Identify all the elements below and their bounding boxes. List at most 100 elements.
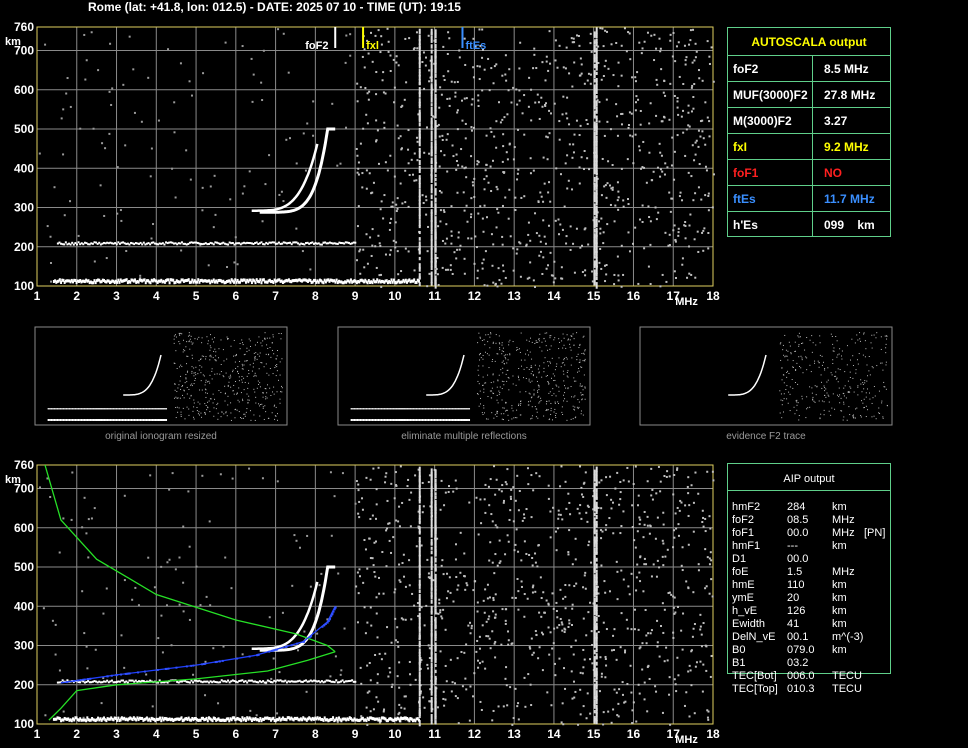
- thumb-noise: [515, 384, 517, 386]
- thumb-noise: [227, 338, 229, 340]
- thumb-noise: [264, 332, 266, 334]
- noise-dot: [476, 601, 479, 604]
- noise-dot: [278, 671, 281, 674]
- noise-dot: [662, 523, 665, 526]
- interference-dot: [434, 642, 437, 647]
- noise-dot: [441, 559, 444, 562]
- thumb-noise: [193, 367, 195, 369]
- interference-dot: [418, 237, 421, 241]
- noise-dot: [658, 37, 661, 40]
- thumb-noise: [253, 375, 255, 377]
- thumb-noise: [562, 362, 564, 364]
- interference-dot: [593, 482, 596, 490]
- noise-dot: [494, 656, 497, 659]
- noise-dot: [382, 592, 385, 595]
- noise-dot: [383, 126, 386, 129]
- interference-dot: [418, 579, 421, 586]
- noise-dot: [563, 631, 566, 634]
- thumb-e-trace: [365, 419, 368, 421]
- noise-dot: [375, 696, 378, 699]
- thumb-noise: [528, 392, 530, 394]
- thumb-noise: [499, 392, 501, 394]
- thumb-es-trace: [86, 408, 89, 410]
- thumb-es-trace: [159, 408, 161, 410]
- noise-dot: [345, 34, 348, 37]
- noise-dot: [329, 471, 332, 474]
- noise-dot: [704, 587, 707, 590]
- thumb-noise: [502, 407, 504, 409]
- noise-dot: [516, 578, 519, 581]
- thumb-noise: [502, 419, 504, 421]
- noise-dot: [571, 623, 574, 626]
- thumb-noise: [203, 355, 205, 357]
- noise-dot: [476, 277, 479, 280]
- noise-dot: [201, 186, 204, 189]
- thumb-es-trace: [74, 408, 77, 410]
- noise-dot: [427, 572, 430, 575]
- thumb-noise: [517, 375, 519, 377]
- thumb-es-trace: [144, 408, 146, 410]
- noise-dot: [509, 497, 512, 500]
- noise-dot: [487, 485, 490, 488]
- noise-dot: [618, 503, 621, 506]
- thumbnail-frame: [337, 326, 591, 426]
- thumb-noise: [564, 398, 566, 400]
- thumb-noise: [578, 401, 580, 403]
- interference-dot: [430, 243, 433, 250]
- thumb-noise: [548, 365, 550, 367]
- noise-dot: [579, 688, 582, 691]
- noise-dot: [394, 221, 397, 224]
- noise-dot: [233, 261, 236, 264]
- thumb-noise: [225, 372, 227, 374]
- thumb-noise: [205, 392, 207, 394]
- thumb-noise: [208, 380, 210, 382]
- noise-dot: [599, 247, 602, 250]
- thumb-noise: [552, 373, 554, 375]
- noise-dot: [168, 558, 171, 561]
- noise-dot: [402, 553, 405, 556]
- aip-fit-dot: [308, 636, 311, 639]
- noise-dot: [542, 219, 545, 222]
- noise-dot: [83, 496, 86, 499]
- noise-dot: [694, 276, 697, 279]
- noise-dot: [446, 268, 449, 271]
- interference-dot: [595, 115, 598, 119]
- noise-dot: [538, 646, 541, 649]
- noise-dot: [101, 142, 104, 145]
- thumb-noise: [268, 374, 270, 376]
- interference-dot: [593, 492, 596, 496]
- noise-dot: [448, 576, 451, 579]
- noise-dot: [385, 529, 388, 532]
- noise-dot: [529, 647, 532, 650]
- interference-dot: [595, 572, 598, 579]
- interference-dot: [418, 466, 421, 472]
- noise-dot: [611, 164, 614, 167]
- noise-dot: [568, 584, 571, 587]
- noise-dot: [370, 624, 373, 627]
- thumb-e-trace: [420, 419, 422, 421]
- thumb-e-trace: [91, 419, 93, 421]
- noise-dot: [599, 27, 602, 30]
- noise-dot: [450, 230, 453, 233]
- thumb-noise: [215, 359, 217, 361]
- interference-dot: [418, 504, 421, 511]
- thumb-noise: [496, 410, 498, 412]
- thumb-noise: [581, 366, 583, 368]
- noise-dot: [452, 600, 455, 603]
- thumb-noise: [530, 365, 532, 367]
- interference-dot: [418, 159, 421, 166]
- thumb-e-trace: [408, 419, 410, 421]
- noise-dot: [464, 588, 467, 591]
- interference-dot: [418, 526, 421, 533]
- noise-dot: [573, 585, 576, 588]
- noise-dot: [415, 545, 418, 548]
- noise-dot: [393, 101, 396, 104]
- thumb-e-trace: [386, 419, 389, 421]
- noise-dot: [446, 572, 449, 575]
- thumb-noise: [543, 367, 545, 369]
- noise-dot: [587, 544, 590, 547]
- noise-dot: [400, 147, 403, 150]
- thumb-noise: [553, 411, 555, 413]
- es-trace-dot: [163, 243, 166, 246]
- noise-dot: [333, 495, 336, 498]
